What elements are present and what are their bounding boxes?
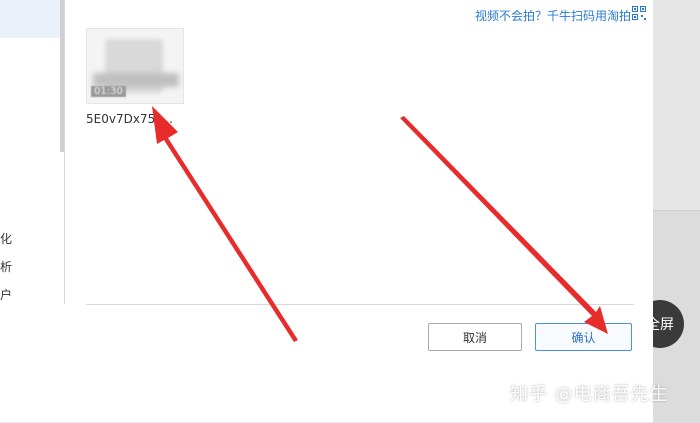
- thumbnail-blur: [93, 73, 179, 87]
- file-name: 5E0v7Dx75s...: [86, 112, 173, 126]
- sidebar-item-3[interactable]: 户: [0, 286, 12, 303]
- cancel-button[interactable]: 取消: [428, 323, 522, 351]
- sidebar-item-2[interactable]: 析: [0, 258, 12, 275]
- confirm-button[interactable]: 确认: [535, 323, 632, 351]
- sidebar-scrollbar[interactable]: [60, 0, 64, 152]
- dialog-divider: [86, 304, 634, 305]
- help-link[interactable]: 视频不会拍？千牛扫码用淘拍: [475, 7, 631, 24]
- watermark: 知乎 @电商吾先生: [510, 384, 669, 405]
- sidebar-item-1[interactable]: 化: [0, 230, 12, 247]
- sidebar-selected-item[interactable]: [0, 0, 64, 38]
- upload-dialog: 化 析 户 视频不会拍？千牛扫码用淘拍 01:30 5E0v7Dx75s... …: [0, 0, 653, 422]
- video-thumbnail[interactable]: 01:30: [86, 28, 184, 104]
- folder-sidebar: 化 析 户: [0, 0, 65, 304]
- duration-badge: 01:30: [91, 86, 126, 97]
- qrcode-icon[interactable]: [632, 6, 646, 20]
